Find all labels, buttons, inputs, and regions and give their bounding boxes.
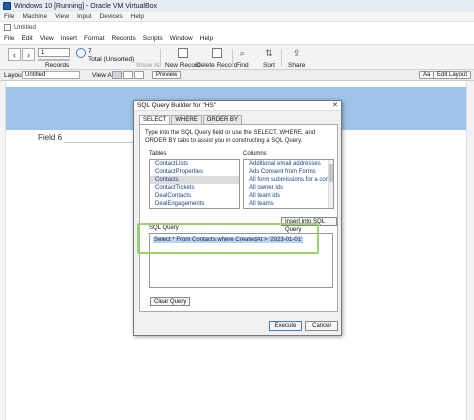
execute-button[interactable]: Execute	[269, 321, 302, 331]
find-button[interactable]: ⌕ Find	[236, 47, 249, 70]
vbox-menu-view[interactable]: View	[55, 13, 69, 20]
layout-dropdown[interactable]: Untitled	[22, 71, 80, 79]
view-as-form-button[interactable]	[112, 71, 122, 79]
vbox-window-title: Windows 10 [Running] - Oracle VM Virtual…	[14, 2, 158, 10]
fm-menu-insert[interactable]: Insert	[61, 35, 77, 42]
vbox-menu-machine[interactable]: Machine	[22, 13, 47, 20]
list-item[interactable]: DealContacts	[150, 192, 239, 200]
fm-menu-format[interactable]: Format	[84, 35, 105, 42]
toolbar-divider	[160, 49, 161, 67]
status-toolbar: ‹ › 1 Records 7 Total (Unsorted) Show Al…	[0, 44, 474, 70]
toolbar-divider	[232, 49, 233, 67]
tab-order-by[interactable]: ORDER BY	[202, 115, 243, 124]
fm-menu-help[interactable]: Help	[200, 35, 213, 42]
total-records-count: 7	[88, 48, 92, 55]
vbox-menu-input[interactable]: Input	[77, 13, 91, 20]
select-tab-panel: Type into the SQL Query field or use the…	[139, 124, 338, 312]
fm-menu-window[interactable]: Window	[170, 35, 193, 42]
list-item[interactable]: DealEngagements	[150, 200, 239, 208]
list-item[interactable]: Ads Consent from Forms	[244, 168, 333, 176]
previous-record-button[interactable]: ‹	[8, 48, 21, 61]
list-item[interactable]: ContactLists	[150, 160, 239, 168]
show-all-button[interactable]: Show All	[136, 48, 161, 69]
fm-menu-records[interactable]: Records	[112, 35, 136, 42]
fm-menu-bar: File Edit View Insert Format Records Scr…	[0, 33, 474, 44]
tab-where[interactable]: WHERE	[171, 115, 202, 124]
cancel-button[interactable]: Cancel	[305, 321, 338, 331]
list-item[interactable]: All owner ids	[244, 184, 333, 192]
list-item[interactable]: Additional email addresses	[244, 160, 333, 168]
list-item[interactable]: Contacts	[150, 176, 239, 184]
list-item[interactable]: All team ids	[244, 192, 333, 200]
dialog-title: SQL Query Builder for "HS"	[134, 101, 341, 111]
sql-query-builder-dialog: SQL Query Builder for "HS" ✕ SELECT WHER…	[133, 100, 342, 336]
share-icon: ⇪	[292, 47, 301, 58]
sort-icon: ⇅	[265, 47, 273, 58]
scroll-thumb[interactable]	[329, 164, 333, 182]
show-all-icon	[143, 48, 153, 58]
dialog-tabs: SELECT WHERE ORDER BY	[139, 115, 243, 124]
find-label: Find	[236, 62, 249, 69]
found-set-pie-icon	[76, 48, 86, 58]
list-item[interactable]: All form submissions for a contact	[244, 176, 333, 184]
toolbar-divider	[281, 49, 282, 67]
vbox-menu-devices[interactable]: Devices	[100, 13, 123, 20]
clear-query-button[interactable]: Clear Query	[150, 297, 191, 306]
fm-menu-file[interactable]: File	[4, 35, 14, 42]
sort-button[interactable]: ⇅ Sort	[263, 47, 275, 70]
fm-doc-title: Untitled	[14, 24, 37, 31]
record-slider[interactable]	[38, 59, 70, 61]
delete-record-icon	[211, 48, 222, 58]
layout-bar: Layout: Untitled View As: Preview Aa Edi…	[0, 70, 474, 81]
tab-select[interactable]: SELECT	[139, 115, 171, 124]
edit-layout-button[interactable]: Edit Layout	[433, 71, 472, 79]
next-record-button[interactable]: ›	[22, 48, 35, 61]
sort-label: Sort	[263, 62, 275, 69]
vbox-title-bar: Windows 10 [Running] - Oracle VM Virtual…	[0, 0, 474, 12]
current-record-input[interactable]: 1	[38, 48, 70, 57]
view-as-table-button[interactable]	[134, 71, 144, 79]
vbox-menu-help[interactable]: Help	[131, 13, 144, 20]
tables-list[interactable]: ContactLists ContactProperties Contacts …	[149, 159, 240, 209]
fm-menu-edit[interactable]: Edit	[21, 35, 32, 42]
instructions-text: Type into the SQL Query field or use the…	[145, 130, 316, 144]
list-item[interactable]: ContactTickets	[150, 184, 239, 192]
fm-title-bar: Untitled	[0, 22, 474, 33]
close-icon[interactable]: ✕	[332, 101, 338, 111]
columns-scrollbar[interactable]	[328, 160, 333, 208]
search-icon: ⌕	[239, 47, 245, 58]
virtualbox-icon	[3, 2, 11, 10]
columns-list[interactable]: Additional email addresses Ads Consent f…	[243, 159, 334, 209]
sql-query-highlight	[137, 223, 319, 254]
vbox-menu-bar: File Machine View Input Devices Help	[0, 12, 474, 22]
show-all-label: Show All	[136, 62, 161, 69]
share-label: Share	[288, 62, 306, 69]
records-label: Records	[45, 62, 70, 69]
field-6-label: Field 6	[38, 133, 63, 142]
document-icon	[4, 24, 11, 31]
preview-button[interactable]: Preview	[152, 71, 182, 79]
new-record-icon	[177, 48, 188, 58]
left-gutter	[0, 81, 6, 420]
tables-label: Tables	[149, 151, 167, 157]
columns-label: Columns	[243, 151, 267, 157]
total-records-text: Total (Unsorted)	[88, 56, 135, 63]
fm-menu-view[interactable]: View	[40, 35, 54, 42]
view-as-list-button[interactable]	[123, 71, 133, 79]
content-scrollbar[interactable]	[466, 81, 474, 420]
list-item[interactable]: All teams	[244, 200, 333, 208]
vbox-menu-file[interactable]: File	[4, 13, 14, 20]
share-button[interactable]: ⇪ Share	[288, 47, 306, 70]
fm-menu-scripts[interactable]: Scripts	[143, 35, 163, 42]
list-item[interactable]: ContactProperties	[150, 168, 239, 176]
